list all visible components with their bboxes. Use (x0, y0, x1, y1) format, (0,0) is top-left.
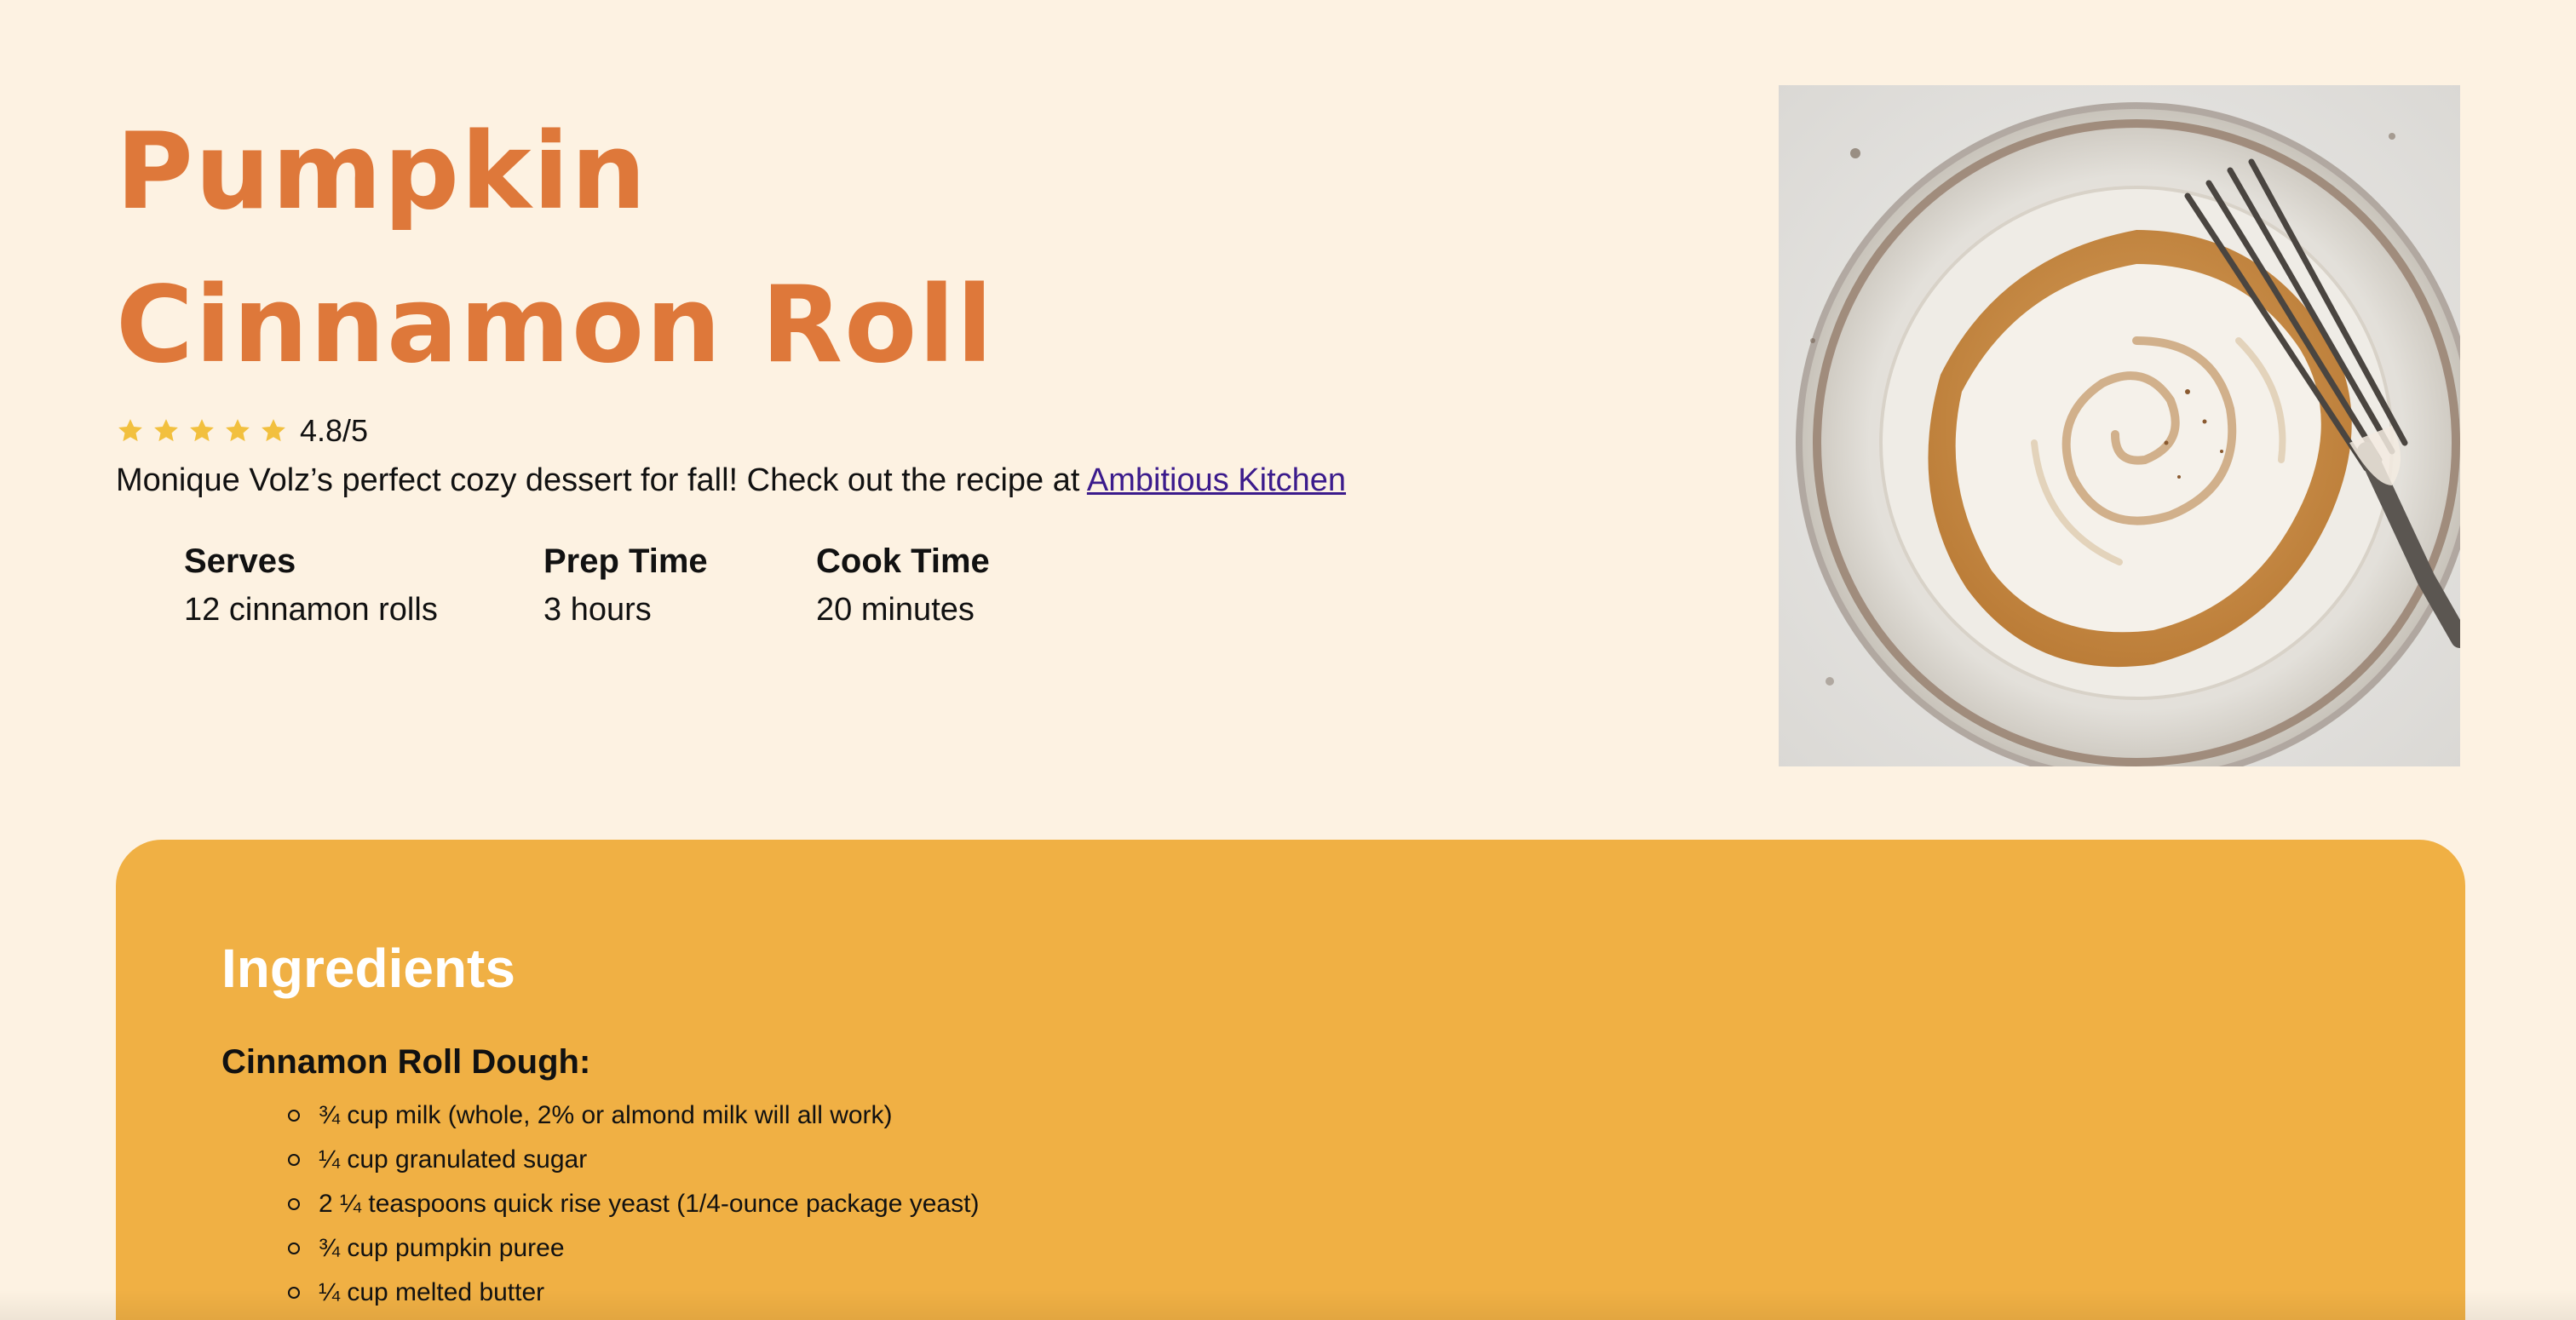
star-icon (259, 416, 288, 445)
star-icon (152, 416, 181, 445)
cook-time-label: Cook Time (816, 542, 990, 580)
list-item: 2 ¼ teaspoons quick rise yeast (1/4-ounc… (288, 1182, 979, 1226)
ingredient-text: ¾ cup milk (whole, 2% or almond milk wil… (319, 1101, 893, 1129)
star-icon (187, 416, 216, 445)
description-text: Monique Volz’s perfect cozy dessert for … (116, 462, 1087, 498)
cinnamon-roll-photo (1779, 85, 2460, 766)
recipe-title-line2: Cinnamon Roll (116, 264, 995, 387)
cook-time-value: 20 minutes (816, 592, 975, 628)
rating: 4.8/5 (116, 412, 368, 450)
recipe-description: Monique Volz’s perfect cozy dessert for … (116, 456, 1346, 504)
serves-label: Serves (184, 542, 296, 580)
ingredient-text: ¾ cup pumpkin puree (319, 1234, 565, 1262)
rating-text: 4.8/5 (300, 413, 369, 448)
bullet-icon (288, 1243, 300, 1254)
recipe-page: Pumpkin Cinnamon Roll 4.8/5 Monique Volz… (0, 0, 2576, 1320)
dough-ingredient-list: ¾ cup milk (whole, 2% or almond milk wil… (288, 1093, 979, 1315)
stat-serves: Serves 12 cinnamon rolls (184, 537, 438, 634)
recipe-stats: Serves 12 cinnamon rolls Prep Time 3 hou… (0, 537, 1193, 639)
recipe-title-line1: Pumpkin (116, 111, 648, 233)
ingredients-heading: Ingredients (221, 938, 515, 999)
bullet-icon (288, 1154, 300, 1166)
prep-time-value: 3 hours (543, 592, 652, 628)
star-icon (223, 416, 252, 445)
bottom-shadow (0, 1289, 2576, 1320)
ingredient-text: 2 ¼ teaspoons quick rise yeast (1/4-ounc… (319, 1190, 980, 1218)
ingredients-card: Ingredients Cinnamon Roll Dough: ¾ cup m… (116, 840, 2465, 1320)
star-icon (116, 416, 145, 445)
ambitious-kitchen-link[interactable]: Ambitious Kitchen (1087, 462, 1346, 498)
bullet-icon (288, 1198, 300, 1210)
serves-value: 12 cinnamon rolls (184, 592, 438, 628)
cinnamon-roll-illustration (1779, 85, 2460, 766)
bullet-icon (288, 1110, 300, 1122)
recipe-title: Pumpkin Cinnamon Roll (116, 95, 994, 402)
dough-subheading: Cinnamon Roll Dough: (221, 1043, 591, 1081)
prep-time-label: Prep Time (543, 542, 708, 580)
list-item: ¾ cup milk (whole, 2% or almond milk wil… (288, 1093, 979, 1138)
list-item: ¾ cup pumpkin puree (288, 1226, 979, 1271)
stat-cook-time: Cook Time 20 minutes (816, 537, 990, 634)
ingredient-text: ¼ cup granulated sugar (319, 1145, 588, 1174)
list-item: ¼ cup granulated sugar (288, 1138, 979, 1182)
stat-prep-time: Prep Time 3 hours (543, 537, 708, 634)
